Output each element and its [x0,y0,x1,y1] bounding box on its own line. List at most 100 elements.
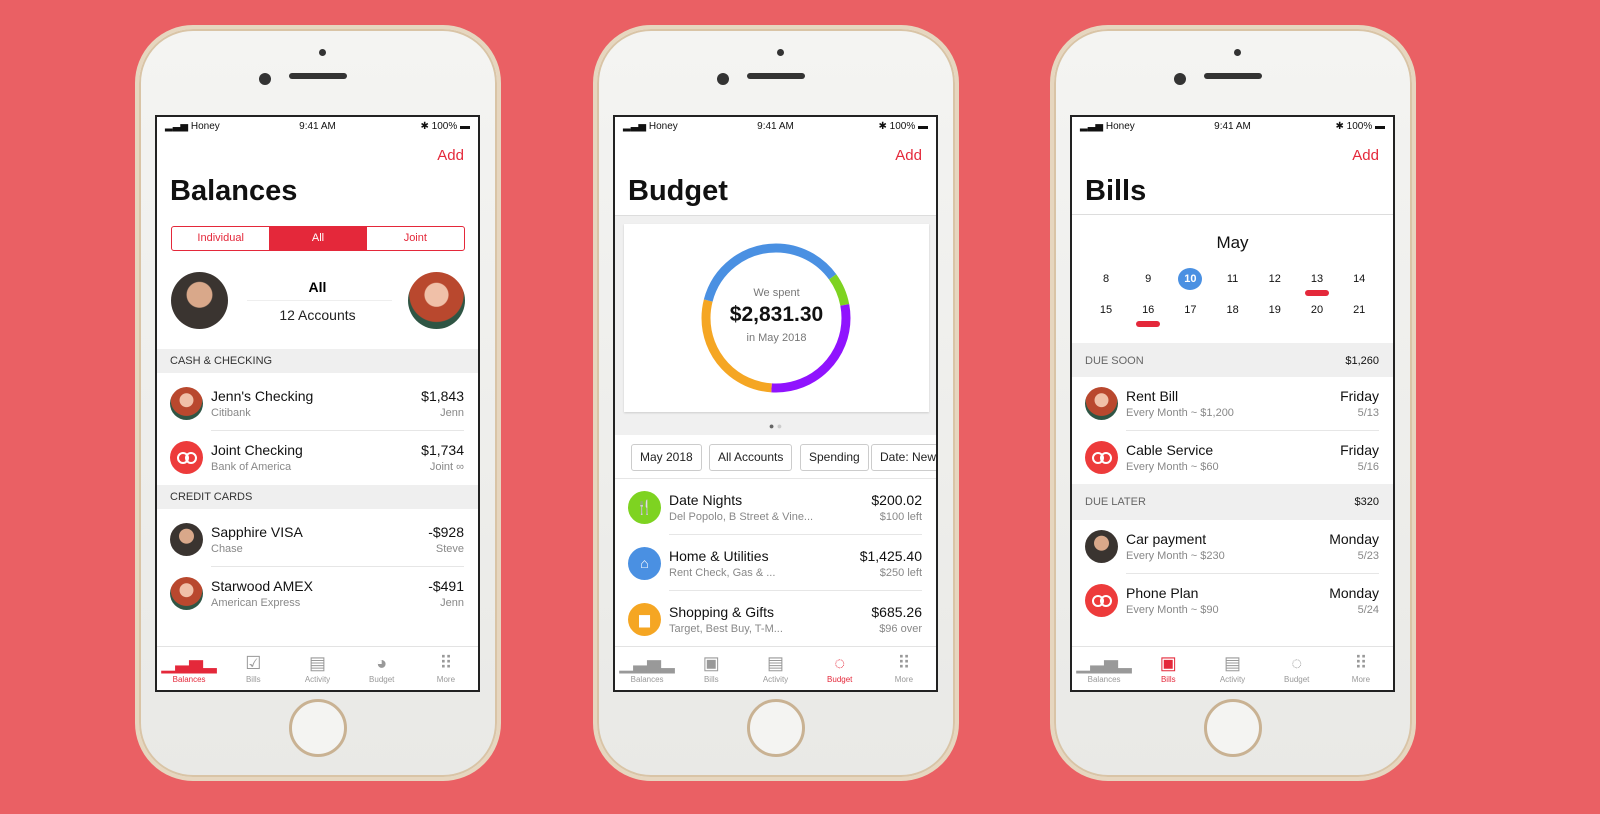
account-row[interactable]: Sapphire VISA Chase -$928 Steve [157,513,478,567]
filter-month[interactable]: May 2018 [631,444,702,471]
bill-due-marker [1305,290,1329,296]
tab-budget[interactable]: ◌ Budget [808,647,872,690]
amount: $1,734 [421,442,464,458]
bank-name: Chase [211,543,243,555]
calendar-day[interactable]: 16 [1136,299,1160,321]
section-header: DUE SOON $1,260 [1072,343,1393,377]
tab-more[interactable]: ⠿ More [414,647,478,690]
account-row[interactable]: Jenn's Checking Citibank $1,843 Jenn [157,377,478,431]
account-name: Jenn's Checking [211,388,314,404]
grid-icon: ⠿ [897,653,911,673]
sensor [319,49,326,56]
tab-activity[interactable]: ▤ Activity [1200,647,1264,690]
home-button[interactable] [289,699,347,757]
fork-knife-icon: 🍴 [628,491,661,524]
grid-icon: ⠿ [1354,653,1368,673]
budget-row[interactable]: 🍴 Date Nights Del Popolo, B Street & Vine.… [615,481,936,535]
calendar-day[interactable]: 20 [1305,299,1329,321]
tab-balances[interactable]: ▁▃▅▂ Balances [615,647,679,690]
ring-icon: ◌ [1291,653,1303,673]
account-row[interactable]: Starwood AMEX American Express -$491 Jenn [157,567,478,621]
spent-label: We spent [753,287,800,299]
bill-row[interactable]: Phone Plan Every Month ~ $90 Monday 5/24 [1072,574,1393,628]
spent-amount: $2,831.30 [729,303,824,326]
add-button[interactable]: Add [1352,147,1379,164]
page-title: Budget [628,175,728,207]
tab-budget[interactable]: ◕ Budget [350,647,414,690]
owner: Jenn [440,407,464,419]
filter-sort[interactable]: Date: New [871,444,936,471]
period-label: in May 2018 [746,332,807,344]
tab-activity[interactable]: ▤ Activity [743,647,807,690]
bills-screen: ▂▃▅ Honey 9:41 AM ✱ 100% ▬ Add Bills May 8… [1070,115,1395,692]
segment-joint[interactable]: Joint [367,227,464,250]
page-indicator[interactable]: ● ● [615,421,936,431]
window-icon: ▤ [1224,653,1242,673]
home-button[interactable] [747,699,805,757]
phone-bills: ▂▃▅ Honey 9:41 AM ✱ 100% ▬ Add Bills May 8… [1050,25,1416,781]
bar-chart-icon: ▁▃▅▂ [1076,653,1132,673]
section-header: CASH & CHECKING [157,349,478,373]
home-button[interactable] [1204,699,1262,757]
account-row[interactable]: Joint Checking Bank of America $1,734 Joint… [157,431,478,485]
summary-count: 12 Accounts [279,307,356,323]
calendar-day[interactable]: 11 [1221,268,1245,290]
tab-bills[interactable]: ☑ Bills [221,647,285,690]
calendar-day[interactable]: 9 [1136,268,1160,290]
add-button[interactable]: Add [437,147,464,164]
add-button[interactable]: Add [895,147,922,164]
camera [1174,73,1186,85]
segment-all[interactable]: All [269,227,367,250]
calendar-icon: ▣ [702,653,720,673]
window-icon: ▤ [767,653,785,673]
section-header: DUE LATER $320 [1072,484,1393,520]
calendar-month: May [1216,233,1249,252]
spending-card[interactable]: We spent $2,831.30 in May 2018 [624,224,929,412]
segment-individual[interactable]: Individual [172,227,269,250]
calendar-icon: ▣ [1159,653,1177,673]
tab-more[interactable]: ⠿ More [1329,647,1393,690]
calendar-day[interactable]: 10 [1178,268,1203,290]
bank-name: Bank of America [211,461,292,473]
bill-row[interactable]: Rent Bill Every Month ~ $1,200 Friday 5/13 [1072,377,1393,431]
pie-icon: ◕ [376,653,388,673]
joint-rings-icon [1085,584,1118,617]
tab-balances[interactable]: ▁▃▅▂ Balances [157,647,221,690]
speaker [1204,73,1262,79]
tab-more[interactable]: ⠿ More [872,647,936,690]
amount: $1,843 [421,388,464,404]
calendar-day[interactable]: 12 [1263,268,1287,290]
calendar-day[interactable]: 13 [1305,268,1329,290]
tab-bills[interactable]: ▣ Bills [1136,647,1200,690]
budget-row[interactable]: ⌂ Home & Utilities Rent Check, Gas & ... $1… [615,537,936,591]
account-name: Joint Checking [211,442,303,458]
bill-due-marker [1136,321,1161,327]
status-bar: ▂▃▅ Honey 9:41 AM ✱ 100% ▬ [623,121,928,132]
filter-accounts[interactable]: All Accounts [709,444,793,471]
camera [259,73,271,85]
page-title: Balances [170,175,298,207]
page-title: Bills [1085,175,1147,207]
calendar-day[interactable]: 15 [1094,299,1118,321]
segmented-control: Individual All Joint [171,226,465,251]
budget-row[interactable]: ▆ Shopping & Gifts Target, Best Buy, T-M..… [615,593,936,647]
calendar-day[interactable]: 19 [1263,299,1287,321]
filter-type[interactable]: Spending [800,444,869,471]
calendar-day[interactable]: 8 [1094,268,1118,290]
grid-icon: ⠿ [439,653,453,673]
tab-bills[interactable]: ▣ Bills [679,647,743,690]
bill-row[interactable]: Cable Service Every Month ~ $60 Friday 5/16 [1072,431,1393,485]
bill-row[interactable]: Car payment Every Month ~ $230 Monday 5/23 [1072,520,1393,574]
bar-chart-icon: ▁▃▅▂ [161,653,217,673]
tab-activity[interactable]: ▤ Activity [285,647,349,690]
calendar-day[interactable]: 14 [1347,268,1371,290]
tab-budget[interactable]: ◌ Budget [1265,647,1329,690]
amount: -$928 [428,524,464,540]
calendar-day[interactable]: 21 [1347,299,1371,321]
status-bar: ▂▃▅ Honey 9:41 AM ✱ 100% ▬ [157,121,478,135]
calendar-day[interactable]: 18 [1221,299,1245,321]
calendar-day[interactable]: 17 [1178,299,1202,321]
tab-bar: ▁▃▅▂ Balances ▣ Bills ▤ Activity ◌ Budget ⠿ M… [615,646,936,690]
account-name: Starwood AMEX [211,578,313,594]
tab-balances[interactable]: ▁▃▅▂ Balances [1072,647,1136,690]
